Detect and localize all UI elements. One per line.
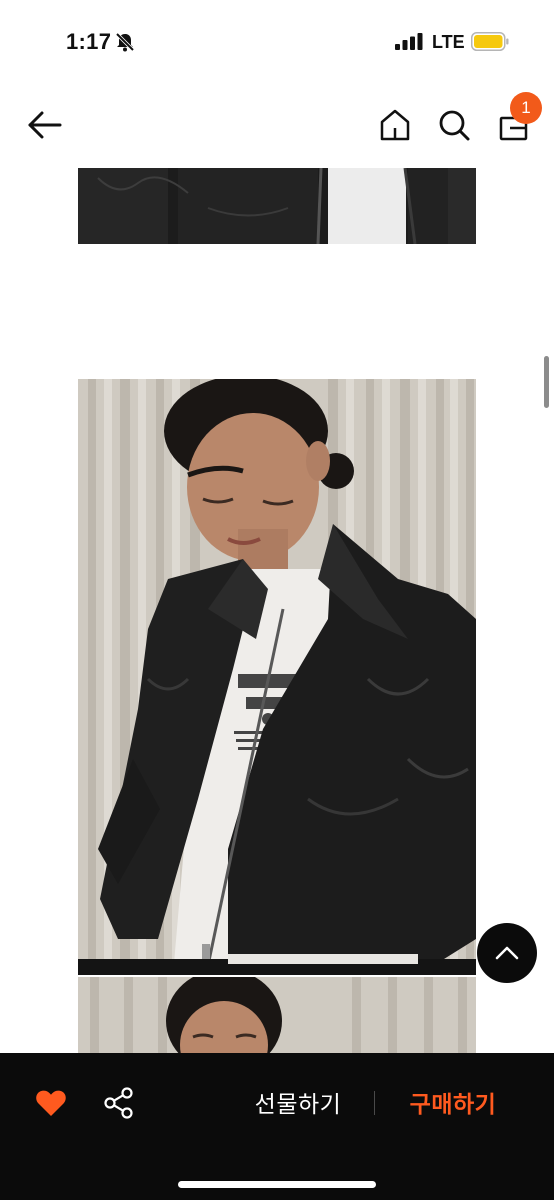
gift-button[interactable]: 선물하기 — [238, 1087, 358, 1121]
signal-icon — [395, 33, 423, 50]
arrow-left-icon[interactable] — [26, 108, 64, 142]
network-type: LTE — [432, 32, 465, 52]
product-image-detail — [78, 168, 476, 244]
product-detail-page: 1:17 LTE 1 선물하기 구매하기 — [0, 0, 554, 1200]
heart-icon[interactable] — [35, 1088, 67, 1118]
product-image-portrait — [78, 977, 476, 1057]
status-time: 1:17 — [66, 29, 112, 54]
button-divider — [374, 1091, 375, 1115]
home-indicator[interactable] — [178, 1181, 376, 1188]
home-icon[interactable] — [378, 108, 412, 142]
battery-icon — [471, 32, 509, 51]
share-icon[interactable] — [104, 1087, 134, 1119]
chevron-up-icon — [495, 946, 519, 960]
bottom-action-bar: 선물하기 구매하기 — [0, 1053, 554, 1200]
bell-muted-icon — [115, 32, 135, 52]
cart-count-badge: 1 — [510, 92, 542, 124]
top-navigation: 1 — [0, 84, 554, 168]
scrollbar[interactable] — [544, 356, 549, 408]
search-icon[interactable] — [437, 108, 471, 142]
buy-button[interactable]: 구매하기 — [393, 1087, 513, 1121]
product-image-model — [78, 379, 476, 975]
scroll-to-top-button[interactable] — [477, 923, 537, 983]
status-bar: 1:17 LTE — [0, 0, 554, 84]
